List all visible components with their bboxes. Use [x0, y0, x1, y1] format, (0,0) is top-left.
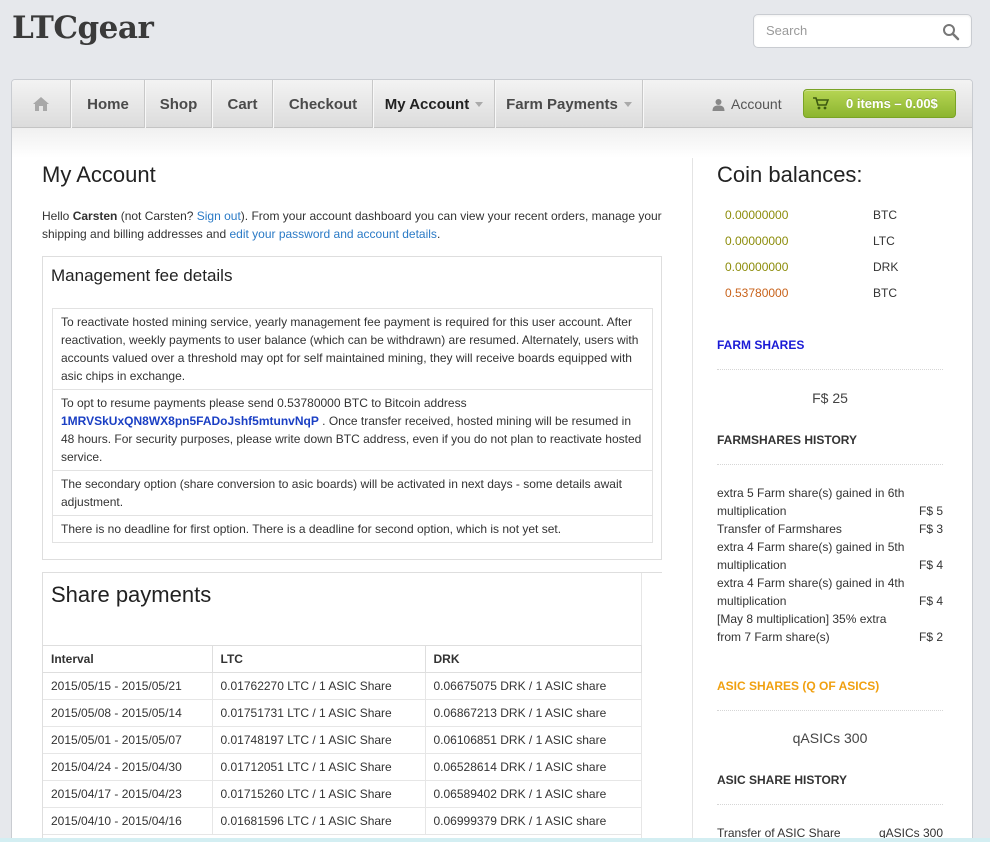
home-icon: [33, 97, 49, 111]
share-payments-panel: Share payments Interval LTC DRK 2015/05/…: [42, 572, 662, 842]
table-row: There is no deadline for first option. T…: [52, 515, 653, 543]
farmshares-history-list: extra 5 Farm share(s) gained in 6th mult…: [717, 484, 943, 646]
sign-out-link[interactable]: Sign out: [197, 209, 241, 223]
search-icon[interactable]: [942, 23, 960, 41]
nav-my-account[interactable]: My Account: [374, 80, 495, 128]
column-header-ltc: LTC: [212, 645, 426, 673]
cart-button[interactable]: 0 items – 0.00$: [803, 89, 956, 118]
table-header-row: Interval LTC DRK: [43, 645, 642, 673]
table-row: 2015/04/17 - 2015/04/23 0.01715260 LTC / …: [43, 780, 642, 808]
bitcoin-address[interactable]: 1MRVSkUxQN8WX8pn5FADoJshf5mtunvNqP: [61, 414, 319, 428]
asic-shares-value: qASICs 300: [792, 730, 868, 746]
page-frame: Home Shop Cart Checkout My Account Farm …: [11, 79, 973, 842]
list-item: extra 4 Farm share(s) gained in 4th mult…: [717, 576, 943, 608]
account-link[interactable]: Account: [712, 80, 782, 128]
chevron-down-icon: [623, 102, 632, 107]
main-navigation: Home Shop Cart Checkout My Account Farm …: [12, 80, 972, 128]
shopping-cart-icon: [813, 97, 829, 110]
content-area: My Account Hello Carsten (not Carsten? S…: [12, 128, 972, 842]
nav-cart[interactable]: Cart: [213, 80, 273, 128]
divider: [717, 369, 943, 370]
search-box[interactable]: [753, 14, 972, 48]
coin-balances-title: Coin balances:: [717, 162, 863, 187]
edit-account-link[interactable]: edit your password and account details: [229, 227, 436, 241]
list-item: extra 4 Farm share(s) gained in 5th mult…: [717, 540, 943, 572]
divider: [717, 804, 943, 805]
column-header-drk: DRK: [425, 645, 642, 673]
account-greeting: Hello Carsten (not Carsten? Sign out). F…: [42, 209, 662, 241]
nav-farm-payments[interactable]: Farm Payments: [496, 80, 643, 128]
farmshares-history-heading: FARMSHARES HISTORY: [717, 433, 858, 447]
bottom-edge: [0, 838, 990, 842]
list-item: extra 5 Farm share(s) gained in 6th mult…: [717, 486, 943, 518]
share-payments-title: Share payments: [51, 582, 212, 607]
table-row: To reactivate hosted mining service, yea…: [52, 308, 653, 390]
table-row: To opt to resume payments please send 0.…: [52, 389, 653, 471]
farm-shares-heading: FARM SHARES: [717, 338, 805, 352]
management-fee-title: Management fee details: [51, 266, 233, 285]
table-row: 2015/04/24 - 2015/04/30 0.01712051 LTC / …: [43, 753, 642, 781]
divider: [717, 464, 943, 465]
nav-shop[interactable]: Shop: [146, 80, 212, 128]
table-row: 2015/05/15 - 2015/05/21 0.01762270 LTC / …: [43, 672, 642, 700]
nav-home[interactable]: Home: [72, 80, 145, 128]
list-item: [May 8 multiplication] 35% extra from 7 …: [717, 612, 943, 644]
management-fee-table: To reactivate hosted mining service, yea…: [52, 308, 653, 543]
chevron-down-icon: [475, 102, 484, 107]
user-icon: [712, 98, 725, 111]
nav-checkout[interactable]: Checkout: [274, 80, 373, 128]
divider: [717, 710, 943, 711]
search-input[interactable]: [766, 23, 936, 38]
list-item: Transfer of Farmshares F$ 3: [717, 522, 943, 536]
column-header-interval: Interval: [43, 645, 213, 673]
column-divider: [692, 158, 693, 842]
table-row: 2015/05/01 - 2015/05/07 0.01748197 LTC / …: [43, 726, 642, 754]
username: Carsten: [72, 209, 118, 223]
share-payments-table: Interval LTC DRK 2015/05/15 - 2015/05/21…: [43, 645, 642, 835]
nav-home-icon-button[interactable]: [12, 80, 71, 128]
page-title: My Account: [42, 162, 156, 187]
site-logo[interactable]: LTCgear: [12, 10, 154, 46]
asic-shares-heading: ASIC SHARES (Q OF ASICS): [717, 679, 880, 693]
table-row: 2015/05/08 - 2015/05/14 0.01751731 LTC / …: [43, 699, 642, 727]
asic-history-heading: ASIC SHARE HISTORY: [717, 773, 848, 787]
management-fee-panel: Management fee details To reactivate hos…: [42, 256, 662, 560]
table-row: The secondary option (share conversion t…: [52, 470, 653, 516]
table-row: 2015/04/10 - 2015/04/16 0.01681596 LTC / …: [43, 807, 642, 835]
farm-shares-value: F$ 25: [812, 390, 848, 406]
